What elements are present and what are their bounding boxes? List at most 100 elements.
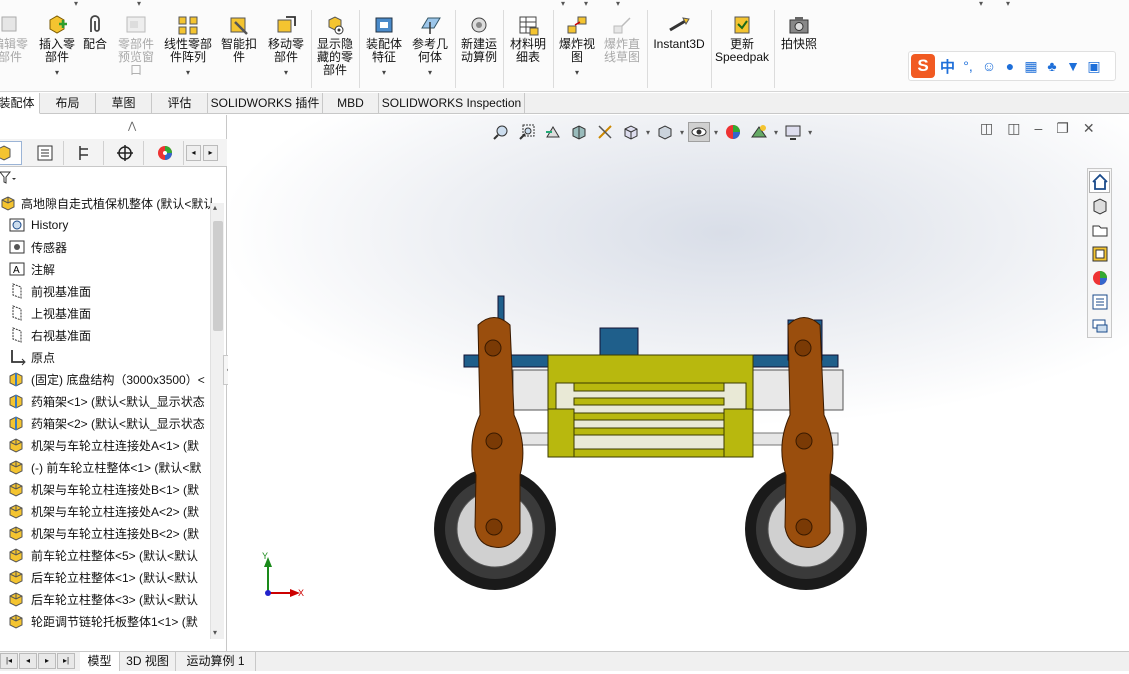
tree-item[interactable]: 机架与车轮立柱连接处B<2> (默 xyxy=(8,522,218,544)
tab-featuremanager[interactable] xyxy=(0,141,22,165)
show-hidden-components-button[interactable]: 显示隐 藏的零 部件 xyxy=(314,14,356,77)
tab-3d-views[interactable]: 3D 视图 xyxy=(120,652,176,671)
collapse-arrow[interactable]: ⋀ xyxy=(128,121,136,132)
skin-shirt-icon[interactable]: ▼ xyxy=(1065,58,1081,74)
tree-item[interactable]: 机架与车轮立柱连接处A<1> (默 xyxy=(8,434,218,456)
scroll-right-icon[interactable]: ▸ xyxy=(203,145,218,161)
tab-solidworks-addins[interactable]: SOLIDWORKS 插件 xyxy=(208,93,323,114)
command-manager-ribbon: ▾ ▾ ▾ ▾ ▾ ▾ ▾ 编辑零 部件 插入零 部件 ▾ 配合 零部件 预览窗… xyxy=(0,0,1129,92)
tree-item[interactable]: 药箱架<1> (默认<默认_显示状态 xyxy=(8,390,218,412)
appearances-icon[interactable] xyxy=(1089,267,1110,289)
dropdown-arrow[interactable]: ▾ xyxy=(408,66,452,79)
sogou-ime-toolbar[interactable]: S 中 °, ☺ ● ▦ ♣ ▼ ▣ xyxy=(908,51,1116,81)
tree-item[interactable]: 后车轮立柱整体<3> (默认<默认 xyxy=(8,588,218,610)
tree-scrollbar[interactable]: ▴ ▾ xyxy=(210,203,224,639)
tab-configurationmanager[interactable] xyxy=(66,141,104,165)
reference-geometry-button[interactable]: 参考几 何体 ▾ xyxy=(408,14,452,79)
view-palette-icon[interactable] xyxy=(1089,243,1110,265)
custom-properties-icon[interactable] xyxy=(1089,291,1110,313)
tab-displaymanager[interactable] xyxy=(146,141,184,165)
bill-of-materials-button[interactable]: 材料明 细表 xyxy=(506,14,550,64)
tree-item[interactable]: History xyxy=(8,214,218,236)
explode-line-icon xyxy=(613,17,631,34)
update-speedpak-button[interactable]: 更新 Speedpak xyxy=(714,14,770,64)
tab-sketch[interactable]: 草图 xyxy=(96,93,152,114)
tab-assembly[interactable]: 装配体 xyxy=(0,93,40,114)
tree-item[interactable]: (固定) 底盘结构（3000x3500）< xyxy=(8,368,218,390)
tab-mbd[interactable]: MBD xyxy=(323,93,379,114)
dropdown-arrow[interactable]: ▾ xyxy=(580,0,592,10)
dropdown-arrow[interactable]: ▾ xyxy=(36,66,78,79)
next-tab-icon[interactable]: ▸ xyxy=(38,653,56,669)
tree-item[interactable]: 前车轮立柱整体<5> (默认<默认 xyxy=(8,544,218,566)
component-preview-window-button[interactable]: 零部件 预览窗 口 xyxy=(112,14,160,77)
tab-model[interactable]: 模型 xyxy=(80,652,120,671)
first-tab-icon[interactable]: |◂ xyxy=(0,653,18,669)
tree-item[interactable]: 右视基准面 xyxy=(8,324,218,346)
tab-motion-study-1[interactable]: 运动算例 1 xyxy=(176,652,256,671)
take-snapshot-button[interactable]: 拍快照 xyxy=(777,14,821,51)
dropdown-arrow[interactable]: ▾ xyxy=(612,0,624,10)
microphone-icon[interactable]: ● xyxy=(1002,58,1018,74)
tree-item[interactable]: 后车轮立柱整体<1> (默认<默认 xyxy=(8,566,218,588)
graphics-area[interactable]: ▾ ▾ ▾ ▾ ▾ ◫ ◫ – ❐ ✕ Y X xyxy=(228,115,1129,651)
tab-evaluate[interactable]: 评估 xyxy=(152,93,208,114)
move-component-button[interactable]: 移动零 部件 ▾ xyxy=(264,14,308,79)
tree-root-assembly[interactable]: 高地隙自走式植保机整体 (默认<默认_ xyxy=(0,192,222,214)
edit-component-button[interactable]: 编辑零 部件 xyxy=(0,14,28,64)
filter-button[interactable] xyxy=(0,170,18,187)
dropdown-arrow[interactable]: ▾ xyxy=(264,66,308,79)
tree-item[interactable]: 前视基准面 xyxy=(8,280,218,302)
exploded-view-button[interactable]: 爆炸视 图 ▾ xyxy=(556,14,598,79)
last-tab-icon[interactable]: ▸| xyxy=(57,653,75,669)
insert-component-button[interactable]: 插入零 部件 ▾ xyxy=(36,14,78,79)
assembly-model[interactable]: Y X xyxy=(228,115,1129,651)
tree-item[interactable]: 上视基准面 xyxy=(8,302,218,324)
tree-item[interactable]: 传感器 xyxy=(8,236,218,258)
panel-header: ⋀ xyxy=(0,119,227,137)
scroll-left-icon[interactable]: ◂ xyxy=(186,145,201,161)
instant3d-button[interactable]: Instant3D xyxy=(651,14,707,51)
prev-tab-icon[interactable]: ◂ xyxy=(19,653,37,669)
tree-item[interactable]: 轮距调节链轮托板整体1<1> (默 xyxy=(8,610,218,632)
new-motion-study-button[interactable]: 新建运 动算例 xyxy=(458,14,500,64)
explode-line-sketch-button[interactable]: 爆炸直 线草图 xyxy=(600,14,644,64)
dropdown-arrow[interactable]: ▾ xyxy=(557,0,569,10)
scroll-up-icon[interactable]: ▴ xyxy=(213,203,217,212)
dropdown-arrow[interactable]: ▾ xyxy=(70,0,82,10)
tree-item[interactable]: 药箱架<2> (默认<默认_显示状态 xyxy=(8,412,218,434)
keyboard-icon[interactable]: ▦ xyxy=(1023,58,1039,75)
emoji-icon[interactable]: ☺ xyxy=(981,58,997,74)
dropdown-arrow[interactable]: ▾ xyxy=(1002,0,1014,10)
tree-item[interactable]: 原点 xyxy=(8,346,218,368)
scrollbar-thumb[interactable] xyxy=(213,221,223,331)
tab-propertymanager[interactable] xyxy=(26,141,64,165)
smart-fasteners-button[interactable]: 智能扣 件 xyxy=(216,14,262,64)
dropdown-arrow[interactable]: ▾ xyxy=(556,66,598,79)
tree-item[interactable]: (-) 前车轮立柱整体<1> (默认<默 xyxy=(8,456,218,478)
left-wheel-column[interactable] xyxy=(471,317,524,548)
menu-grid-icon[interactable]: ▣ xyxy=(1086,58,1102,75)
design-library-icon[interactable] xyxy=(1089,195,1110,217)
tree-item[interactable]: 机架与车轮立柱连接处B<1> (默 xyxy=(8,478,218,500)
toolbox-icon[interactable]: ♣ xyxy=(1044,58,1060,74)
dropdown-arrow[interactable]: ▾ xyxy=(162,66,214,79)
tree-item[interactable]: 机架与车轮立柱连接处A<2> (默 xyxy=(8,500,218,522)
assembly-features-button[interactable]: 装配体 特征 ▾ xyxy=(362,14,406,79)
tree-item[interactable]: A 注解 xyxy=(8,258,218,280)
tab-dimxpert[interactable] xyxy=(106,141,144,165)
right-wheel-column[interactable] xyxy=(781,317,834,548)
mate-button[interactable]: 配合 xyxy=(80,14,110,51)
punctuation-icon[interactable]: °, xyxy=(960,58,976,74)
linear-component-pattern-button[interactable]: 线性零部 件阵列 ▾ xyxy=(162,14,214,79)
file-explorer-icon[interactable] xyxy=(1089,219,1110,241)
dropdown-arrow[interactable]: ▾ xyxy=(975,0,987,10)
dropdown-arrow[interactable]: ▾ xyxy=(133,0,145,10)
tab-solidworks-inspection[interactable]: SOLIDWORKS Inspection xyxy=(379,93,525,114)
dropdown-arrow[interactable]: ▾ xyxy=(362,66,406,79)
forum-icon[interactable] xyxy=(1089,315,1110,337)
tab-layout[interactable]: 布局 xyxy=(40,93,96,114)
home-icon[interactable] xyxy=(1089,171,1110,193)
scroll-down-icon[interactable]: ▾ xyxy=(213,628,217,637)
ime-language-toggle[interactable]: 中 xyxy=(940,56,955,77)
